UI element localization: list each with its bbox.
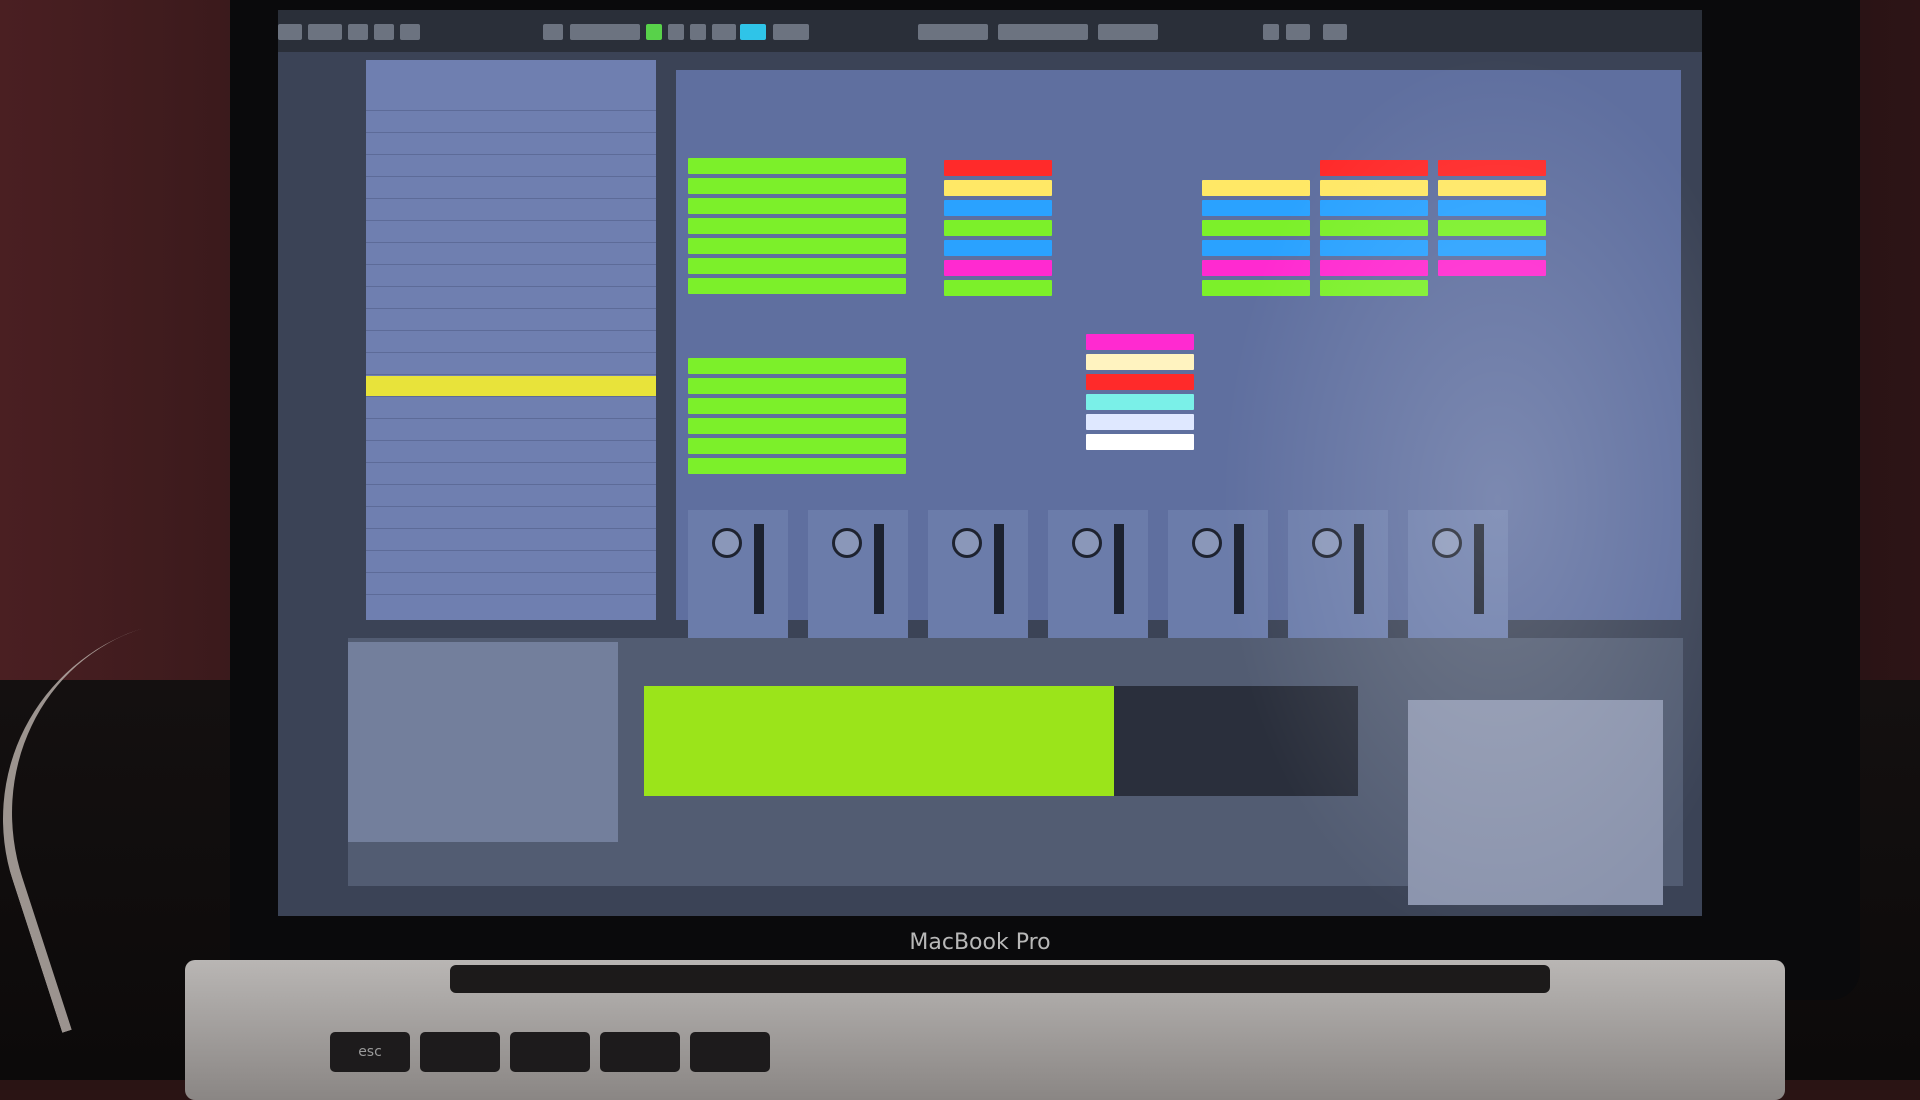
browser-item[interactable] [366,222,656,243]
clip-slot[interactable] [688,238,906,254]
keyboard-key [420,1032,500,1072]
clip-slot[interactable] [688,378,906,394]
clip-slot[interactable] [1086,394,1194,410]
toolbar-button[interactable] [1263,24,1279,40]
keyboard-key [690,1032,770,1072]
clip-slot[interactable] [1086,354,1194,370]
toolbar-button[interactable] [712,24,736,40]
mixer-strip [1048,510,1148,640]
keyboard-key: esc [330,1032,410,1072]
toolbar-button[interactable] [543,24,563,40]
clip-slot[interactable] [944,180,1052,196]
tempo-field[interactable] [570,24,640,40]
laptop-hinge [450,965,1550,993]
clip-slot[interactable] [688,418,906,434]
play-button[interactable] [646,24,662,40]
clip-slot[interactable] [688,458,906,474]
toolbar-button[interactable] [348,24,368,40]
pan-knob[interactable] [712,528,742,558]
volume-meter[interactable] [994,524,1004,614]
browser-item[interactable] [366,508,656,529]
browser-item[interactable] [366,288,656,309]
follow-button[interactable] [740,24,766,40]
drum-rack [348,642,618,842]
clip-slot[interactable] [688,178,906,194]
browser-item[interactable] [366,332,656,353]
clip-slot[interactable] [944,160,1052,176]
browser-item[interactable] [366,156,656,177]
brand-label: MacBook Pro [909,930,1051,955]
toolbar-button[interactable] [773,24,809,40]
loop-length-field[interactable] [1098,24,1158,40]
clip-slot[interactable] [688,278,906,294]
browser-item[interactable] [366,442,656,463]
clip-slot[interactable] [944,280,1052,296]
mixer-strip [928,510,1028,640]
browser-item[interactable] [366,486,656,507]
clip-slot[interactable] [944,260,1052,276]
clip-slot[interactable] [1086,414,1194,430]
browser-item[interactable] [366,200,656,221]
volume-meter[interactable] [754,524,764,614]
clip-slot[interactable] [1086,374,1194,390]
clip-slot[interactable] [688,158,906,174]
browser-item[interactable] [366,354,656,375]
clip-slot[interactable] [944,240,1052,256]
loop-controls[interactable] [998,24,1088,40]
laptop-screen [278,10,1702,916]
browser-item[interactable] [366,90,656,111]
pan-knob[interactable] [1072,528,1102,558]
browser-item[interactable] [366,266,656,287]
pan-knob[interactable] [952,528,982,558]
clip-slot[interactable] [1086,434,1194,450]
clip-slot[interactable] [1086,334,1194,350]
toolbar-button[interactable] [278,24,302,40]
clip-slot[interactable] [688,438,906,454]
clip-slot[interactable] [688,218,906,234]
mixer-strip [688,510,788,640]
clip-slot[interactable] [688,398,906,414]
screen-glare [1218,50,1702,916]
clip-slot[interactable] [688,358,906,374]
toolbar-button[interactable] [374,24,394,40]
stop-button[interactable] [668,24,684,40]
browser-item[interactable] [366,420,656,441]
toolbar-button[interactable] [400,24,420,40]
browser-item[interactable] [366,552,656,573]
pan-knob[interactable] [832,528,862,558]
browser-item[interactable] [366,464,656,485]
record-button[interactable] [690,24,706,40]
browser-item[interactable] [366,574,656,595]
toolbar-button[interactable] [1286,24,1310,40]
browser-item[interactable] [366,112,656,133]
browser-item[interactable] [366,244,656,265]
clip-slot[interactable] [688,258,906,274]
keyboard-key [600,1032,680,1072]
position-field[interactable] [918,24,988,40]
sample-waveform[interactable] [644,686,1114,796]
daw-toolbar [278,10,1702,52]
browser-item[interactable] [366,178,656,199]
browser-item[interactable] [366,398,656,419]
clip-slot[interactable] [944,200,1052,216]
browser-item[interactable] [366,134,656,155]
toolbar-button[interactable] [308,24,342,40]
toolbar-button[interactable] [1323,24,1347,40]
keyboard-key [510,1032,590,1072]
browser-item[interactable] [366,530,656,551]
browser-item[interactable] [366,310,656,331]
clip-slot[interactable] [944,220,1052,236]
browser-item[interactable] [366,376,656,397]
mixer-strip [808,510,908,640]
volume-meter[interactable] [874,524,884,614]
file-browser [366,60,656,620]
clip-slot[interactable] [688,198,906,214]
volume-meter[interactable] [1114,524,1124,614]
